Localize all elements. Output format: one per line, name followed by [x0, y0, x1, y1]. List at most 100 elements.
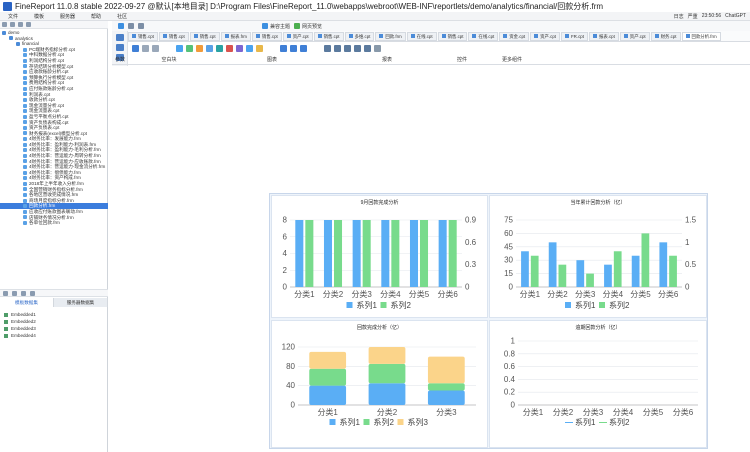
- x-tick-label: 分类3: [436, 407, 457, 417]
- y-tick-label: 60: [504, 229, 513, 238]
- search-icon[interactable]: [18, 22, 23, 27]
- widget-icon[interactable]: [364, 45, 371, 52]
- file-tab[interactable]: 销售.cpt: [158, 31, 189, 41]
- dataset-item[interactable]: Embedded2: [0, 318, 108, 325]
- delete-dataset-icon[interactable]: [21, 290, 26, 296]
- widget-icon[interactable]: [354, 45, 361, 52]
- copy-icon[interactable]: [115, 44, 124, 51]
- preview-dataset-icon[interactable]: [30, 290, 35, 296]
- legend-marker: [329, 419, 336, 425]
- y2-tick-label: 0.3: [465, 260, 477, 269]
- account-label[interactable]: ChatGPT: [725, 13, 746, 20]
- tab-server-dataset[interactable]: 服务器数据集: [54, 298, 108, 307]
- chart-map-icon[interactable]: [216, 45, 223, 52]
- dataset-item[interactable]: Embedded1: [0, 311, 108, 318]
- severity-label[interactable]: 严重: [688, 13, 698, 20]
- chart-area-icon[interactable]: [206, 45, 213, 52]
- new-folder-icon[interactable]: [2, 22, 7, 27]
- x-tick-label: 分类2: [547, 289, 568, 299]
- file-tab[interactable]: 销售.cpt: [251, 31, 282, 41]
- log-label[interactable]: 日志: [674, 13, 684, 20]
- widget-icon[interactable]: [344, 45, 351, 52]
- tab-template-dataset[interactable]: 模板数据集: [0, 298, 54, 307]
- chart-gauge-icon[interactable]: [226, 45, 233, 52]
- chart-panel-2[interactable]: 当年累计回款分析（亿） 0 15 30 45 60 75 0 0.5 1 1.5 分类1 分类2 分类3…: [489, 195, 707, 318]
- menu-help[interactable]: 帮助: [83, 13, 109, 20]
- web-preview-button[interactable]: 网页预览: [294, 23, 322, 30]
- dataset-item[interactable]: Embedded4: [0, 332, 108, 339]
- chart-bubble-icon[interactable]: [256, 45, 263, 52]
- file-tab[interactable]: 资产.cpt: [282, 31, 313, 41]
- report-icon[interactable]: [300, 45, 307, 52]
- chart-radar-icon[interactable]: [236, 45, 243, 52]
- save-icon[interactable]: [118, 23, 124, 29]
- dashboard-board[interactable]: 9月回款完成分析 0 2 4 6 8 0 0.3 0.6 0.9 分类1 分类2 分类3 分类4 分类5 分…: [269, 193, 708, 449]
- file-tab[interactable]: 资产.cpt: [530, 31, 560, 41]
- y-tick-label: 0: [509, 283, 514, 292]
- file-tab[interactable]: 回款分析.frm: [681, 31, 721, 41]
- y-tick-label: 45: [504, 242, 513, 251]
- file-icon: [23, 109, 27, 114]
- tree-file[interactable]: 各单位回款.frm: [0, 220, 108, 226]
- dataset-list: Embedded1 Embedded2 Embedded3 Embedded4: [0, 311, 108, 339]
- file-tab[interactable]: 财务.cpt: [650, 31, 681, 41]
- refresh-icon[interactable]: [10, 22, 15, 27]
- widget-icon[interactable]: [334, 45, 341, 52]
- x-tick-label: 分类2: [377, 407, 398, 417]
- file-tab[interactable]: 回款.frm: [375, 31, 406, 41]
- file-icon: [23, 81, 27, 86]
- menu-template[interactable]: 模板: [26, 13, 52, 20]
- file-tab[interactable]: 销售.cpt: [313, 31, 344, 41]
- table-icon: [4, 326, 8, 331]
- chart-pie-icon[interactable]: [196, 45, 203, 52]
- stacked-bar-chart[interactable]: 0 40 80 120 分类1 分类2 分类3 系列1 系列2 系列3: [272, 321, 489, 449]
- file-tab[interactable]: 在线.cpt: [468, 31, 499, 41]
- y2-tick-label: 0: [465, 283, 470, 292]
- group-report: 报表: [381, 57, 392, 63]
- bar-chart-annual[interactable]: 0 15 30 45 60 75 0 0.5 1 1.5 分类1 分类2 分类3 分类4 分类5 分类6 系列1…: [490, 196, 708, 319]
- chart-line-icon[interactable]: [186, 45, 193, 52]
- chart-panel-3[interactable]: 回款完成分析（亿） 0 40 80 120 分类1 分类2 分类3 系列1 系列2 系列3: [271, 320, 488, 448]
- bar-chart-september[interactable]: 0 2 4 6 8 0 0.3 0.6 0.9 分类1 分类2 分类3 分类4 分类5 分类6 系列1 系列2: [272, 196, 489, 319]
- collapse-icon[interactable]: [26, 22, 31, 27]
- file-tab[interactable]: 销售.cpt: [189, 31, 220, 41]
- file-tab[interactable]: 资金.cpt: [499, 31, 530, 41]
- menu-server[interactable]: 服务器: [52, 13, 83, 20]
- line-chart-overdue[interactable]: 0 0.2 0.4 0.6 0.8 1 分类1 分类2 分类3 分类4 分类5 分类6 系列1 系列2: [490, 321, 708, 449]
- parameter-icon[interactable]: [132, 45, 139, 52]
- add-dataset-icon[interactable]: [3, 290, 8, 296]
- blank-icon[interactable]: [142, 45, 149, 52]
- table-icon: [4, 312, 8, 317]
- file-icon: [23, 53, 27, 58]
- menu-community[interactable]: 社区: [109, 13, 135, 20]
- widget-icon[interactable]: [324, 45, 331, 52]
- report-icon[interactable]: [290, 45, 297, 52]
- report-icon[interactable]: [280, 45, 287, 52]
- chart-scatter-icon[interactable]: [246, 45, 253, 52]
- y-tick-label: 2: [283, 266, 288, 275]
- blank-icon[interactable]: [152, 45, 159, 52]
- bar: [368, 347, 406, 364]
- bar: [309, 385, 347, 405]
- file-tab[interactable]: 销售.cpt: [128, 31, 158, 41]
- chart-panel-1[interactable]: 9月回款完成分析 0 2 4 6 8 0 0.3 0.6 0.9 分类1 分类2 分类3 分类4 分类5 分…: [271, 195, 488, 318]
- file-tab[interactable]: 多维.cpt: [344, 31, 375, 41]
- x-tick-label: 分类4: [380, 289, 401, 299]
- chart-bar-icon[interactable]: [176, 45, 183, 52]
- cut-icon[interactable]: [115, 34, 124, 41]
- chart-panel-4[interactable]: 逾期回款分析（亿） 0 0.2 0.4 0.6 0.8 1 分类1 分类2 分类3 分类4 分类5 分…: [489, 320, 707, 448]
- undo-icon[interactable]: [128, 23, 134, 29]
- file-tab[interactable]: 报表.cpt: [588, 31, 619, 41]
- redo-icon[interactable]: [138, 23, 144, 29]
- x-tick-label: 分类2: [553, 407, 574, 417]
- dataset-item[interactable]: Embedded3: [0, 325, 108, 332]
- menu-file[interactable]: 文件: [0, 13, 26, 20]
- file-tab[interactable]: 资产.cpt: [619, 31, 650, 41]
- more-icon[interactable]: [374, 45, 381, 52]
- file-tab[interactable]: 在线.cpt: [406, 31, 437, 41]
- edit-dataset-icon[interactable]: [12, 290, 17, 296]
- file-tab[interactable]: 销售.cpt: [437, 31, 468, 41]
- file-tab[interactable]: 报表.frm: [220, 31, 251, 41]
- compatible-theme-button[interactable]: 兼容主题: [262, 23, 290, 30]
- file-tab[interactable]: FR.cpt: [561, 31, 588, 41]
